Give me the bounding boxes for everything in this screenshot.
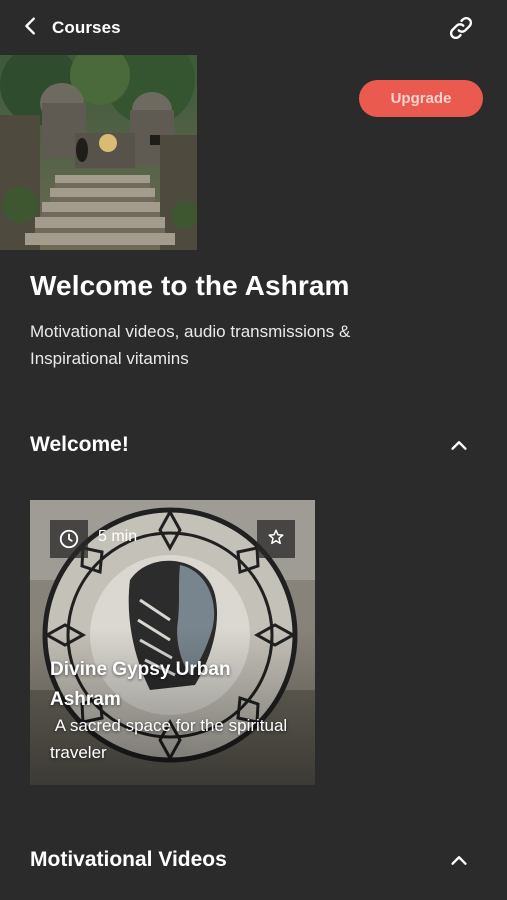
favorite-button[interactable] xyxy=(257,520,295,558)
course-subtitle: Motivational videos, audio transmissions… xyxy=(30,322,351,368)
course-title: Welcome to the Ashram xyxy=(30,270,350,301)
lesson-title: Divine Gypsy Urban Ashram xyxy=(50,659,231,710)
lesson-card[interactable]: 5 min Divine Gypsy Urban Ashram A sacred… xyxy=(30,500,315,785)
top-bar: Courses xyxy=(0,0,507,56)
chevron-up-icon[interactable] xyxy=(448,849,470,871)
clock-icon xyxy=(50,520,88,558)
back-button[interactable]: Courses xyxy=(20,14,130,42)
section-header-welcome[interactable]: Welcome! xyxy=(30,430,470,460)
course-cover-image xyxy=(0,55,197,250)
lesson-duration: 5 min xyxy=(98,528,138,545)
back-chevron-icon xyxy=(20,15,42,42)
upgrade-button[interactable]: Upgrade xyxy=(359,80,483,117)
star-icon xyxy=(267,528,285,551)
back-label: Courses xyxy=(52,18,121,37)
chevron-up-icon[interactable] xyxy=(448,434,470,456)
link-icon xyxy=(447,16,475,46)
section-title: Welcome! xyxy=(30,433,129,456)
section-header-motivational-videos[interactable]: Motivational Videos xyxy=(30,845,470,875)
section-title: Motivational Videos xyxy=(30,848,227,871)
lesson-description: A sacred space for the spiritual travele… xyxy=(50,716,292,762)
share-link-button[interactable] xyxy=(447,14,477,44)
